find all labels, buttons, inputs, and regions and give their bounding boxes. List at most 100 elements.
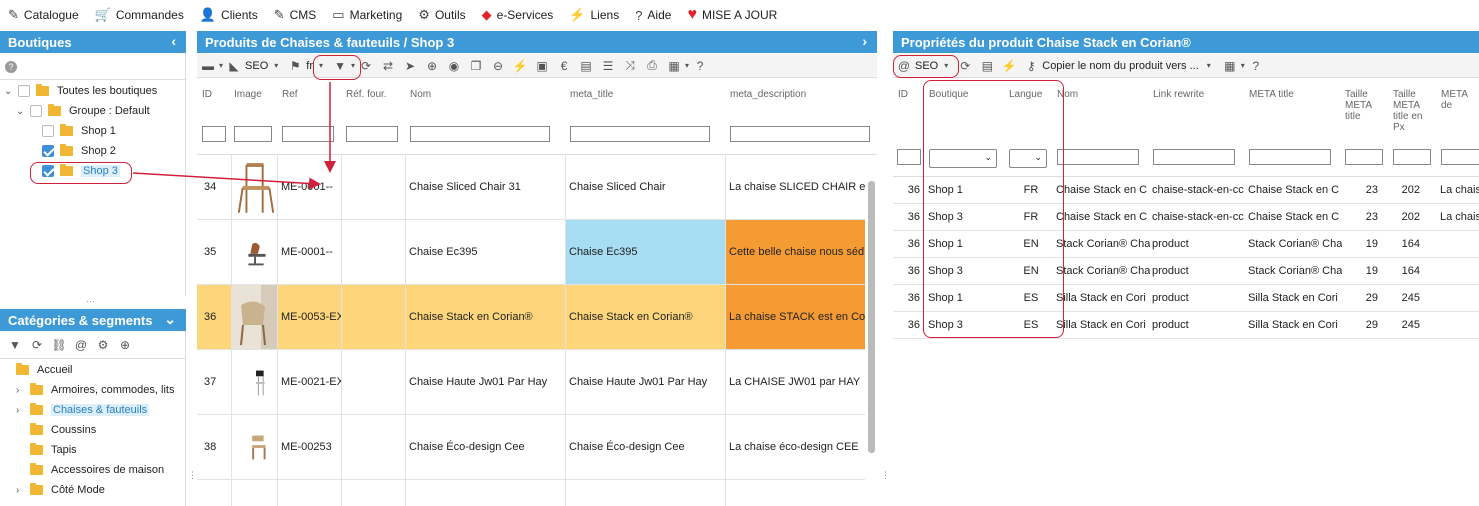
- chevron-down-icon[interactable]: ⌄: [164, 311, 176, 328]
- key-icon[interactable]: ⚷: [1020, 55, 1042, 77]
- at-icon[interactable]: @: [70, 334, 92, 356]
- table-row-selected[interactable]: 36 ME-0053-EX Chaise Stack en Corian® Ch…: [197, 285, 865, 350]
- col-ref[interactable]: Ref: [282, 89, 298, 100]
- filter-ref-four[interactable]: [346, 126, 398, 142]
- filter-px[interactable]: [1393, 149, 1431, 165]
- help-icon[interactable]: ?: [689, 55, 711, 77]
- col-meta-desc[interactable]: META de: [1441, 89, 1479, 111]
- chevron-right-icon[interactable]: ›: [16, 385, 26, 396]
- filter-ref[interactable]: [282, 126, 334, 142]
- checkbox[interactable]: [42, 125, 54, 137]
- tree-group-default[interactable]: ⌄ Groupe : Default: [16, 104, 150, 117]
- tree-shop-1[interactable]: Shop 1: [42, 124, 116, 137]
- copy-name-button[interactable]: Copier le nom du produit vers ...: [1042, 60, 1199, 72]
- help-icon[interactable]: ?: [5, 61, 17, 73]
- col-link-rewrite[interactable]: Link rewrite: [1153, 89, 1204, 100]
- menu-outils[interactable]: ⚙ Outils: [418, 7, 465, 23]
- splitter-handle[interactable]: ⋮: [188, 470, 197, 481]
- chevron-down-icon[interactable]: ⌄: [4, 86, 14, 97]
- checkbox[interactable]: [18, 85, 30, 97]
- splitter-handle[interactable]: ···: [86, 296, 95, 306]
- lang-select[interactable]: fr: [306, 60, 313, 72]
- sync-icon[interactable]: ⇄: [377, 55, 399, 77]
- add-icon[interactable]: ⊕: [421, 55, 443, 77]
- col-meta-description[interactable]: meta_description: [730, 89, 806, 100]
- chevron-right-icon[interactable]: ›: [16, 405, 26, 416]
- help-icon[interactable]: ?: [1245, 55, 1267, 77]
- tree-all-shops[interactable]: ⌄ Toutes les boutiques: [4, 84, 157, 97]
- table-row[interactable]: 35 ME-0001-- Chaise Ec395 Chaise Ec395 C…: [197, 220, 865, 285]
- menu-mise-a-jour[interactable]: ♥ MISE A JOUR: [687, 6, 777, 24]
- filter-meta[interactable]: [1249, 149, 1331, 165]
- tree-shop-2[interactable]: Shop 2: [42, 144, 116, 157]
- checkbox[interactable]: [42, 145, 54, 157]
- seo-icon[interactable]: ◣: [223, 55, 245, 77]
- table-row[interactable]: 34 ME-0001-- Chaise Sliced Chair 31 Chai…: [197, 155, 865, 220]
- columns-icon[interactable]: ▦: [663, 55, 685, 77]
- col-id[interactable]: ID: [898, 89, 908, 100]
- category-cote-mode[interactable]: › Côté Mode: [16, 483, 105, 496]
- col-nom[interactable]: Nom: [410, 89, 431, 100]
- category-tapis[interactable]: Tapis: [30, 443, 77, 456]
- refresh-icon[interactable]: ⟳: [26, 334, 48, 356]
- table-row[interactable]: 37 ME-0021-EX Chaise Haute Jw01 Par Hay …: [197, 350, 865, 415]
- col-meta-title-px[interactable]: Taille META title en Px: [1393, 89, 1433, 133]
- link-icon[interactable]: ⛓: [48, 334, 70, 356]
- splitter-handle[interactable]: ⋮: [881, 470, 890, 481]
- filter-icon[interactable]: ▼: [4, 334, 26, 356]
- chevron-right-icon[interactable]: ›: [16, 485, 26, 496]
- filter-id[interactable]: [897, 149, 921, 165]
- shuffle-icon[interactable]: ⤨: [619, 55, 641, 77]
- add-icon[interactable]: ⊕: [114, 334, 136, 356]
- menu-catalogue[interactable]: ✎ Catalogue: [8, 7, 79, 23]
- checkbox[interactable]: [30, 105, 42, 117]
- chevron-left-icon[interactable]: ‹: [171, 33, 176, 49]
- remove-icon[interactable]: ⊖: [487, 55, 509, 77]
- col-id[interactable]: ID: [202, 89, 212, 100]
- gear-icon[interactable]: ⚙: [92, 334, 114, 356]
- menu-commandes[interactable]: 🛒 Commandes: [95, 7, 184, 23]
- filter-link[interactable]: [1153, 149, 1235, 165]
- grid-view-icon[interactable]: ▬: [197, 55, 219, 77]
- globe-icon[interactable]: ◉: [443, 55, 465, 77]
- products-scrollbar[interactable]: [868, 181, 875, 453]
- menu-cms[interactable]: ✎ CMS: [274, 7, 317, 23]
- category-coussins[interactable]: Coussins: [30, 423, 96, 436]
- folder-add-icon[interactable]: ▣: [531, 55, 553, 77]
- filter-image[interactable]: [234, 126, 272, 142]
- col-meta-title-size[interactable]: Taille META title: [1345, 89, 1385, 122]
- csv-export-icon[interactable]: ▤: [976, 55, 998, 77]
- cursor-icon[interactable]: ➤: [399, 55, 421, 77]
- euro-icon[interactable]: €: [553, 55, 575, 77]
- menu-marketing[interactable]: ▭ Marketing: [332, 7, 402, 23]
- chevron-down-icon[interactable]: ⌄: [16, 106, 26, 117]
- print-icon[interactable]: ⎙: [641, 55, 663, 77]
- csv-export-icon[interactable]: ▤: [575, 55, 597, 77]
- filter-nom[interactable]: [1057, 149, 1139, 165]
- columns-icon[interactable]: ▦: [1219, 55, 1241, 77]
- table-row[interactable]: 38 ME-00253 Chaise Éco-design Cee Chaise…: [197, 415, 865, 480]
- flag-icon[interactable]: ⚑: [284, 55, 306, 77]
- filter-id[interactable]: [202, 126, 226, 142]
- menu-liens[interactable]: ⚡ Liens: [569, 7, 619, 23]
- filter-meta-description[interactable]: [730, 126, 870, 142]
- category-accessoires[interactable]: Accessoires de maison: [30, 463, 164, 476]
- col-image[interactable]: Image: [234, 89, 262, 100]
- category-armoires[interactable]: › Armoires, commodes, lits: [16, 383, 174, 396]
- bolt-icon[interactable]: ⚡: [509, 55, 531, 77]
- filter-desc[interactable]: [1441, 149, 1479, 165]
- filter-meta-title[interactable]: [570, 126, 710, 142]
- menu-eservices[interactable]: ◆ e-Services: [482, 7, 554, 23]
- view-select[interactable]: SEO: [245, 60, 268, 72]
- chevron-right-icon[interactable]: ›: [862, 33, 867, 49]
- filter-size[interactable]: [1345, 149, 1383, 165]
- category-chaises[interactable]: › Chaises & fauteuils: [16, 403, 150, 416]
- category-accueil[interactable]: Accueil: [16, 363, 72, 376]
- sort-icon[interactable]: ☰: [597, 55, 619, 77]
- bolt-icon[interactable]: ⚡: [998, 55, 1020, 77]
- copy-icon[interactable]: ❐: [465, 55, 487, 77]
- col-ref-four[interactable]: Réf. four.: [346, 89, 387, 100]
- menu-aide[interactable]: ? Aide: [635, 8, 671, 23]
- filter-nom[interactable]: [410, 126, 550, 142]
- col-meta-title[interactable]: META title: [1249, 89, 1294, 100]
